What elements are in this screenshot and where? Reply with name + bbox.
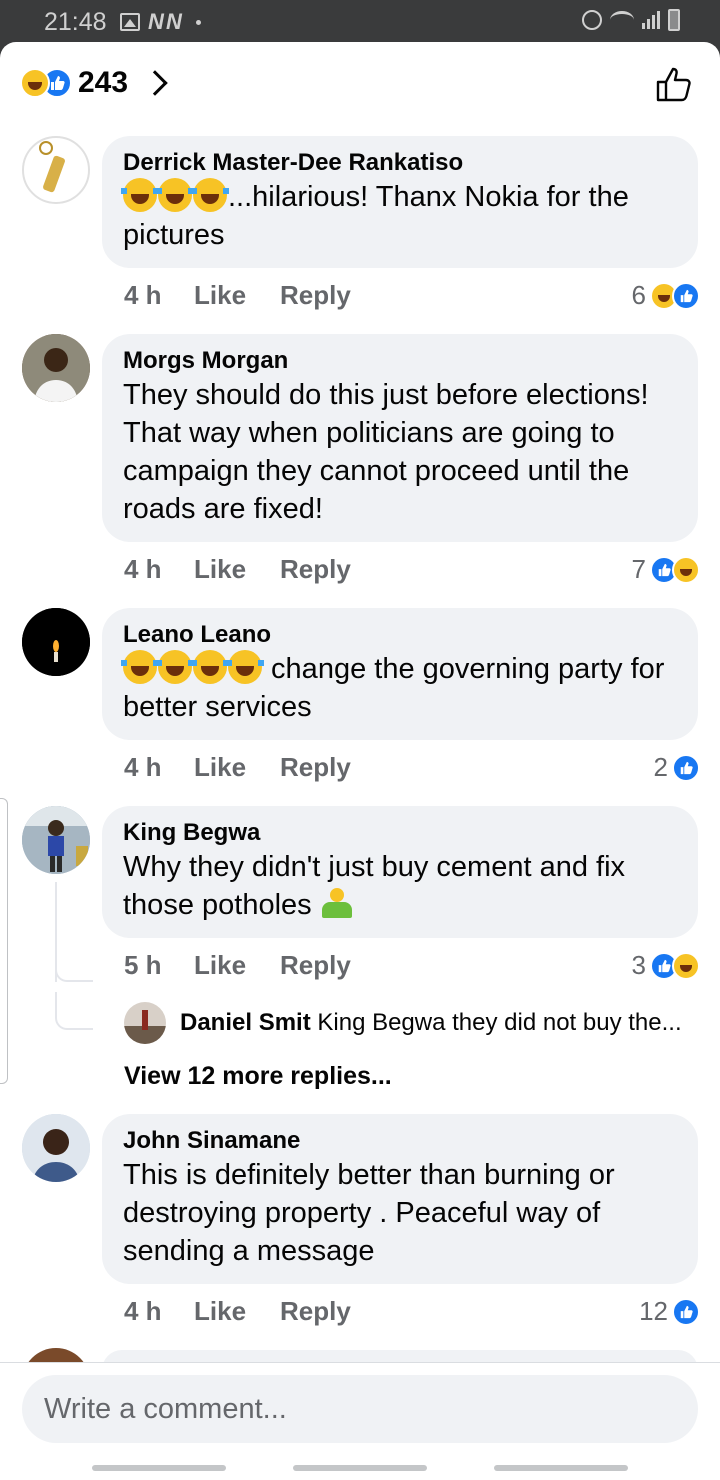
- comment-bubble[interactable]: Derrick Master-Dee Rankatiso ...hilariou…: [102, 136, 698, 268]
- comment-reactions[interactable]: 2: [654, 752, 700, 783]
- comments-sheet: 243 Derrick Master-Dee Rankatiso ...hila…: [0, 42, 720, 1480]
- carrier-icon: N N: [148, 9, 182, 34]
- comment-composer: [0, 1362, 720, 1480]
- comment-actions: 4 h Like Reply: [124, 752, 351, 783]
- comment-actions: 4 h Like Reply: [124, 280, 351, 311]
- comment-time: 4 h: [124, 752, 162, 782]
- comment-text: change the governing party for better se…: [121, 650, 678, 726]
- haha-reaction-icon: [672, 555, 700, 584]
- comment-time: 5 h: [124, 950, 162, 980]
- reply-button[interactable]: Reply: [280, 280, 351, 311]
- comment-bubble[interactable]: John Sinamane This is definitely better …: [102, 1114, 698, 1284]
- status-bar: 21:48 N N: [0, 0, 720, 42]
- comment-author[interactable]: Derrick Master-Dee Rankatiso: [123, 148, 678, 178]
- nav-home-button[interactable]: [293, 1465, 427, 1471]
- chevron-right-icon: [142, 70, 168, 96]
- laughing-emoji-icon: [156, 650, 194, 684]
- comment-author[interactable]: Leano Leano: [123, 620, 678, 650]
- gallery-icon: [120, 13, 140, 31]
- navigation-bar: [0, 1465, 720, 1471]
- haha-reaction-icon: [20, 68, 50, 98]
- like-button[interactable]: Like: [194, 752, 280, 783]
- laughing-emoji-icon: [191, 650, 229, 684]
- avatar[interactable]: [22, 806, 90, 874]
- reply-preview-text: Daniel Smit King Begwa they did not buy …: [180, 1009, 682, 1036]
- like-button[interactable]: Like: [194, 1296, 280, 1327]
- comment-text: This is definitely better than burning o…: [123, 1159, 615, 1267]
- comment-input[interactable]: [22, 1375, 698, 1443]
- comment-time: 4 h: [124, 280, 162, 310]
- avatar[interactable]: [22, 608, 90, 676]
- like-button[interactable]: Like: [194, 280, 280, 311]
- laughing-emoji-icon: [121, 178, 159, 212]
- laughing-emoji-icon: [226, 650, 264, 684]
- comment-reaction-count: 6: [631, 280, 646, 310]
- wifi-icon: [610, 11, 634, 29]
- thread-branch: [55, 942, 93, 982]
- avatar[interactable]: [124, 1002, 166, 1044]
- comment-author[interactable]: John Sinamane: [123, 1126, 678, 1156]
- comment-time: 4 h: [124, 554, 162, 584]
- comment-actions: 4 h Like Reply: [124, 554, 351, 585]
- nav-back-button[interactable]: [494, 1465, 628, 1471]
- laughing-emoji-icon: [191, 178, 229, 212]
- like-reaction-icon: [672, 753, 700, 782]
- shrug-emoji-icon: [320, 886, 354, 920]
- avatar[interactable]: [22, 1114, 90, 1182]
- reactions-summary[interactable]: 243: [20, 66, 168, 100]
- comment-bubble[interactable]: Leano Leano change the governing party f…: [102, 608, 698, 740]
- comment-bubble[interactable]: King Begwa Why they didn't just buy ceme…: [102, 806, 698, 938]
- like-post-icon[interactable]: [654, 64, 694, 104]
- comment-text: ...hilarious! Thanx Nokia for the pictur…: [121, 178, 678, 254]
- avatar[interactable]: [22, 334, 90, 402]
- comment-author[interactable]: King Begwa: [123, 818, 678, 848]
- comment-actions: 5 h Like Reply: [124, 950, 351, 981]
- battery-icon: [668, 9, 680, 31]
- comment-reaction-count: 12: [639, 1296, 668, 1326]
- comment-actions: 4 h Like Reply: [124, 1296, 351, 1327]
- dot-icon: [195, 19, 201, 25]
- comment-author[interactable]: Morgs Morgan: [123, 346, 678, 376]
- reply-button[interactable]: Reply: [280, 1296, 351, 1327]
- like-reaction-icon: [672, 281, 700, 310]
- status-time: 21:48: [44, 8, 107, 36]
- reply-author[interactable]: Daniel Smit: [180, 1009, 311, 1036]
- alarm-icon: [582, 10, 602, 30]
- like-button[interactable]: Like: [194, 950, 280, 981]
- comment-time: 4 h: [124, 1296, 162, 1326]
- comment-reaction-count: 2: [653, 752, 668, 782]
- comment-bubble[interactable]: Morgs Morgan They should do this just be…: [102, 334, 698, 542]
- reply-button[interactable]: Reply: [280, 554, 351, 585]
- like-reaction-icon: [672, 1297, 700, 1326]
- comment-text: They should do this just before election…: [123, 379, 649, 525]
- laughing-emoji-icon: [156, 178, 194, 212]
- comment-reaction-count: 3: [631, 950, 646, 980]
- laughing-emoji-icon: [121, 650, 159, 684]
- comment-reactions[interactable]: 7: [632, 554, 700, 585]
- comment-text: Why they didn't just buy cement and fix …: [123, 851, 626, 921]
- reply-preview[interactable]: Daniel Smit King Begwa they did not buy …: [124, 1002, 704, 1044]
- comment-reactions[interactable]: 12: [639, 1296, 700, 1327]
- like-button[interactable]: Like: [194, 554, 280, 585]
- thread-branch: [55, 992, 93, 1030]
- nav-recent-button[interactable]: [92, 1465, 226, 1471]
- comment-reaction-count: 7: [631, 554, 646, 584]
- reaction-count: 243: [78, 66, 129, 99]
- signal-icon: [642, 11, 660, 29]
- reply-button[interactable]: Reply: [280, 950, 351, 981]
- view-more-replies-link[interactable]: View 12 more replies...: [124, 1062, 392, 1091]
- reply-button[interactable]: Reply: [280, 752, 351, 783]
- scroll-indicator: [0, 798, 8, 1084]
- comment-reactions[interactable]: 3: [632, 950, 700, 981]
- status-right-icons: [582, 9, 680, 31]
- haha-reaction-icon: [672, 951, 700, 980]
- comment-reactions[interactable]: 6: [632, 280, 700, 311]
- status-left-icons: N N: [120, 9, 201, 35]
- avatar[interactable]: [22, 136, 90, 204]
